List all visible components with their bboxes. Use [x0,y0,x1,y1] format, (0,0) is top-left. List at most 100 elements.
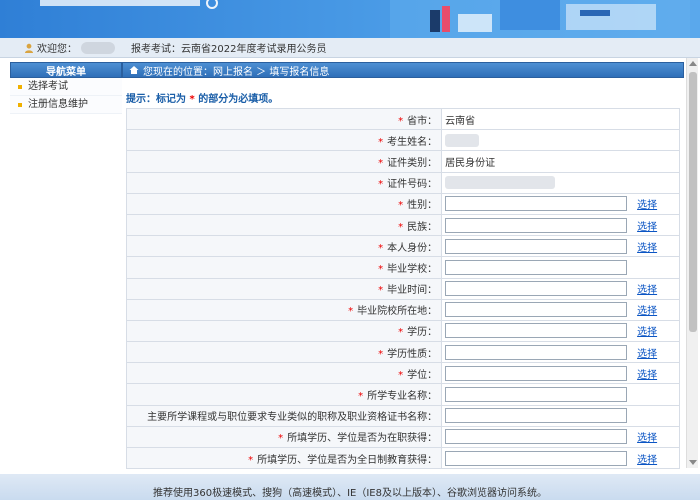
form-row: * 学历： 选择 [125,319,680,343]
select-link[interactable]: 选择 [637,239,657,254]
required-star: * [398,327,404,339]
form-row: * 省市： 云南省 [125,107,680,131]
form-row: * 学位： 选择 [125,362,680,385]
form-row: * 证件号码： [125,171,680,194]
form-row: * 毕业院校所在地： 选择 [125,298,680,321]
form-row: * 性别： 选择 [125,192,680,215]
select-link[interactable]: 选择 [637,281,657,296]
field-input[interactable] [445,259,628,275]
field-label: 所学专业名称： [367,391,438,403]
required-star: * [398,221,404,233]
sidebar-item-registration-info[interactable]: 注册信息维护 [10,96,122,114]
scroll-thumb[interactable] [689,72,697,332]
field-input[interactable] [445,344,628,360]
required-star: * [278,433,284,445]
field-label: 毕业时间： [387,285,438,297]
select-link[interactable]: 选择 [637,323,657,338]
field-input[interactable] [445,450,628,466]
field-input[interactable] [445,302,628,318]
field-label: 性别： [407,200,438,212]
required-star: * [378,179,384,191]
required-star: * [378,242,384,254]
required-star: * [348,306,354,318]
required-star: * [248,454,254,466]
field-value-cell [441,171,680,194]
field-value-cell: 选择 [441,341,680,364]
required-star: * [378,285,384,297]
exam-name: 云南省2022年度考试录用公务员 [181,44,327,55]
scroll-up-icon[interactable] [689,61,697,66]
form-row: * 所学专业名称： [125,383,680,406]
sidebar-item-select-exam[interactable]: 选择考试 [10,78,122,96]
field-input[interactable] [445,196,628,212]
select-link[interactable]: 选择 [637,218,657,233]
form-row: * 本人身份： 选择 [125,235,680,258]
field-label: 民族： [407,221,438,233]
exam-label: 报考考试： [131,44,181,55]
form-row: * 考生姓名： [125,129,680,152]
field-value: 云南省 [445,115,476,127]
select-link[interactable]: 选择 [637,429,657,444]
required-star: * [398,369,404,381]
required-star: * [378,348,384,360]
field-label: 学历： [407,327,438,339]
form-row: * 民族： 选择 [125,213,680,237]
field-label: 所填学历、学位是否为在职获得： [287,433,438,445]
welcome-label: 欢迎您： [37,44,77,55]
breadcrumb: 您现在的位置：网上报名 ＞ 填写报名信息 [122,62,684,78]
form-row: * 证件类别： 居民身份证 [125,150,680,173]
select-link[interactable]: 选择 [637,366,657,381]
field-value-cell [441,404,680,427]
field-label-cell: * 毕业时间： [125,277,443,300]
required-star: * [398,200,404,212]
field-value-cell: 居民身份证 [441,150,680,173]
required-star: * [378,136,384,148]
field-label: 本人身份： [387,242,438,254]
field-label: 省市： [407,115,438,127]
field-input[interactable] [445,408,628,424]
header-banner [0,0,700,38]
bullet-icon [18,103,22,107]
required-star: * [378,263,384,275]
field-value-cell [441,383,680,406]
field-value-cell [441,129,680,152]
field-input[interactable] [445,323,628,339]
field-input[interactable] [445,387,628,403]
field-value-cell: 选择 [441,425,680,449]
field-label-cell: * 所填学历、学位是否为全日制教育获得： [125,446,443,470]
field-label-cell: * 学历性质： [125,341,443,364]
redacted-value [445,133,480,147]
field-value-cell: 选择 [441,362,680,385]
select-link[interactable]: 选择 [637,451,657,466]
field-label-cell: * 证件类别： [125,150,443,173]
select-link[interactable]: 选择 [637,196,657,211]
select-link[interactable]: 选择 [637,302,657,317]
field-label-cell: * 省市： [125,107,443,131]
form-row: 主要所学课程或与职位要求专业类似的职称及职业资格证书名称： [125,404,680,427]
form-row: * 毕业学校： [125,256,680,279]
redacted-value [445,176,556,190]
field-label: 证件号码： [387,179,438,191]
field-value-cell: 选择 [441,446,680,470]
field-input[interactable] [445,238,628,254]
field-label-cell: * 毕业学校： [125,256,443,279]
field-input[interactable] [445,365,628,381]
field-input[interactable] [445,281,628,297]
required-star: * [358,391,364,403]
field-label: 考生姓名： [387,136,438,148]
field-value-cell: 选择 [441,213,680,237]
field-label: 学历性质： [387,348,438,360]
scroll-down-icon[interactable] [689,460,697,465]
field-label-cell: * 所学专业名称： [125,383,443,406]
form-row: * 毕业时间： 选择 [125,277,680,300]
vertical-scrollbar[interactable] [686,58,698,468]
field-value-cell: 选择 [441,277,680,300]
field-input[interactable] [445,429,628,445]
main-content: 您现在的位置：网上报名 ＞ 填写报名信息 提示：标记为 * 的部分为必填项。 *… [122,62,684,470]
sidebar-item-label: 选择考试 [28,81,68,92]
footer: 推荐使用360极速模式、搜狗（高速模式）、IE（IE8及以上版本）、谷歌浏览器访… [0,474,700,500]
field-value-cell: 选择 [441,298,680,321]
select-link[interactable]: 选择 [637,345,657,360]
field-input[interactable] [445,217,628,233]
field-label-cell: * 所填学历、学位是否为在职获得： [125,425,443,449]
